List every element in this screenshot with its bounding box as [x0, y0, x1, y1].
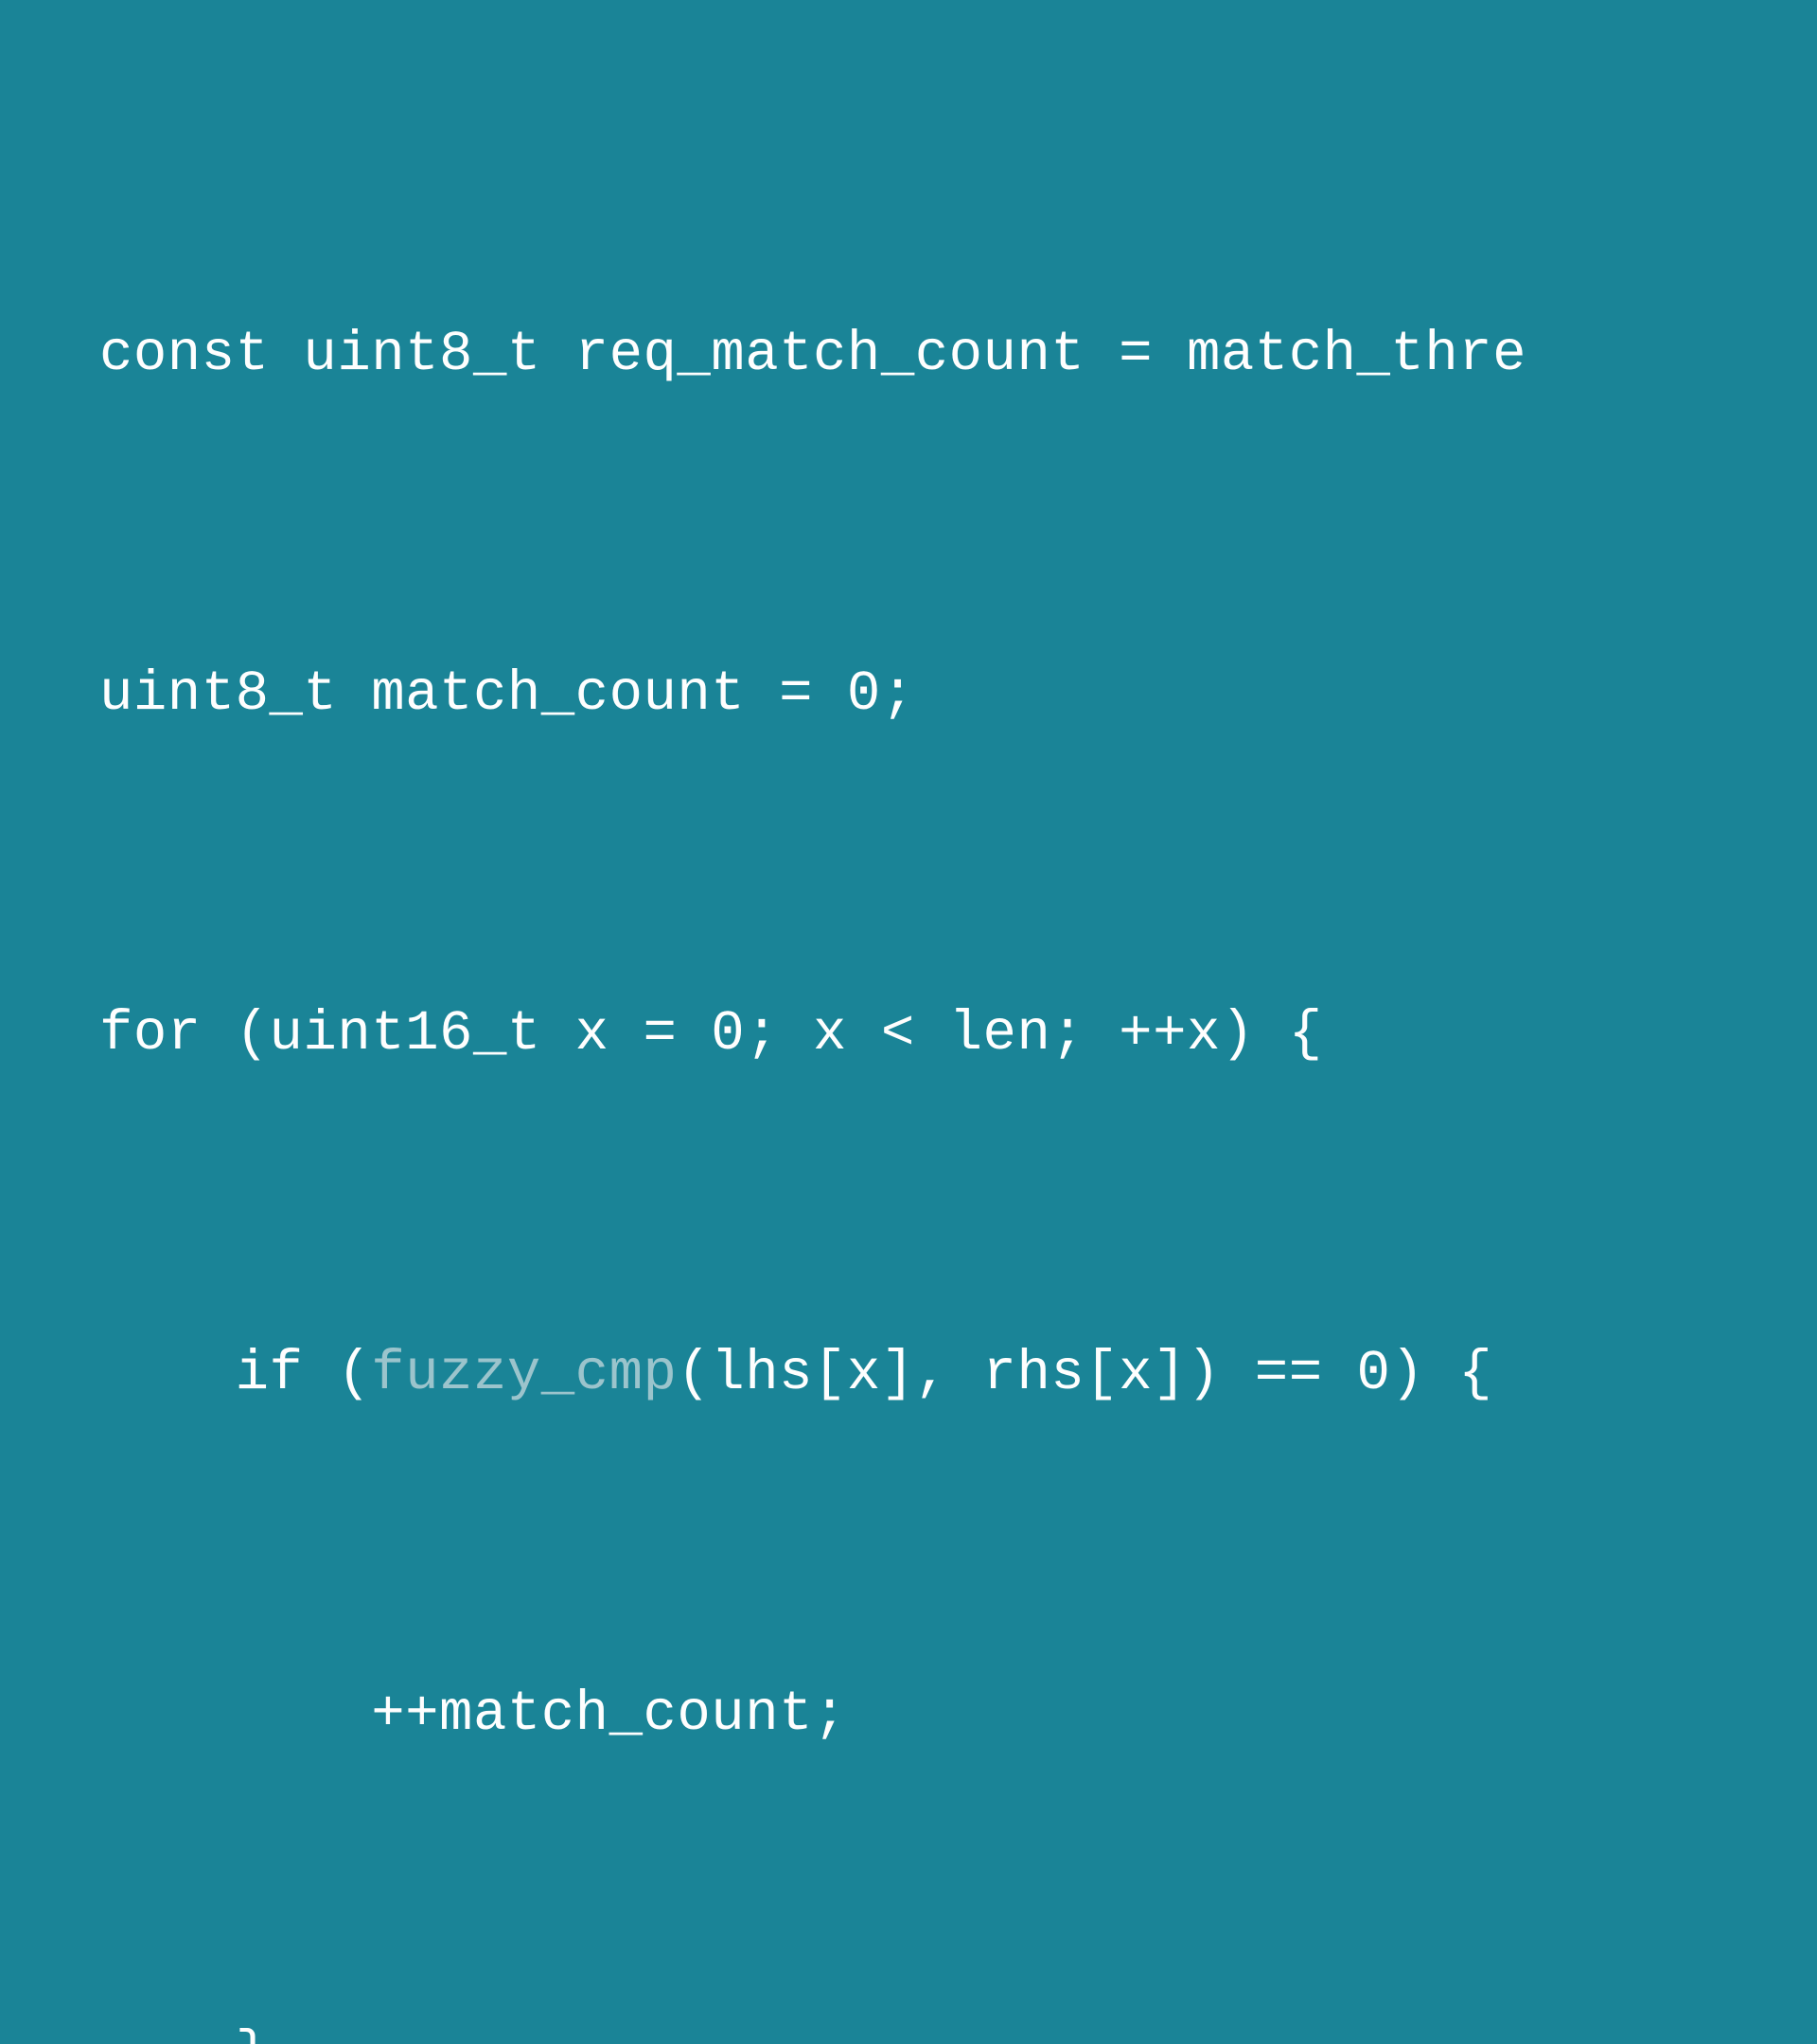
code-text: if ( — [236, 1342, 372, 1405]
code-block: const uint8_t req_match_count = match_th… — [0, 0, 1817, 2044]
highlighted-identifier: fuzzy_cmp — [371, 1342, 677, 1405]
code-line-3: for (uint16_t x = 0; x < len; ++x) { — [99, 978, 1817, 1091]
code-text: ++match_count; — [371, 1683, 847, 1746]
code-text: for (uint16_t x = 0; x < len; ++x) { — [99, 1002, 1323, 1066]
code-text: uint8_t match_count = 0; — [99, 662, 915, 726]
code-line-5: ++match_count; — [99, 1658, 1817, 1771]
code-text: } — [236, 2022, 270, 2044]
code-line-4: if (fuzzy_cmp(lhs[x], rhs[x]) == 0) { — [99, 1317, 1817, 1431]
code-text: const uint8_t req_match_count = match_th… — [99, 323, 1526, 386]
code-line-1: const uint8_t req_match_count = match_th… — [99, 298, 1817, 412]
code-line-6: } — [99, 1998, 1817, 2044]
code-text: (lhs[x], rhs[x]) == 0) { — [677, 1342, 1492, 1405]
code-line-2: uint8_t match_count = 0; — [99, 638, 1817, 751]
